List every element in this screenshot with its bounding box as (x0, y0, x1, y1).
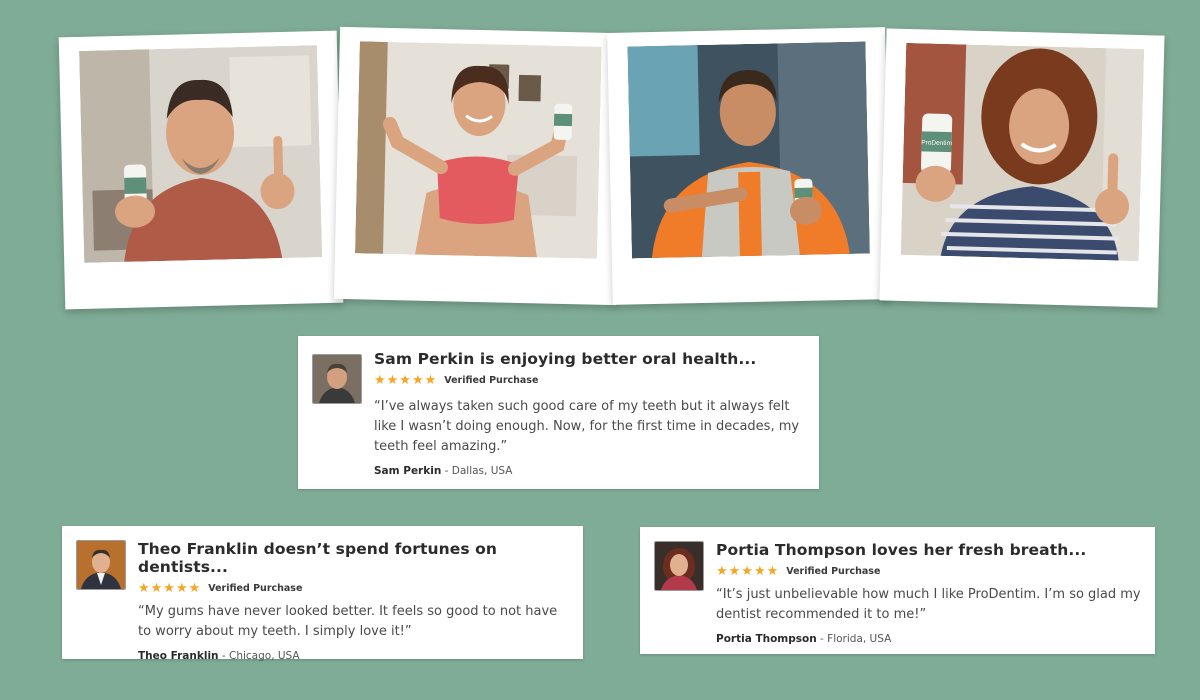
star-rating-icon: ★★★★★ (138, 581, 202, 596)
star-rating-icon: ★★★★★ (716, 564, 780, 579)
review-card-portia-thompson: Portia Thompson loves her fresh breath..… (640, 527, 1155, 654)
author-location: - Florida, USA (816, 633, 892, 645)
verified-purchase-badge: Verified Purchase (444, 375, 539, 386)
avatar (76, 540, 126, 590)
svg-text:ProDentim: ProDentim (921, 139, 952, 147)
polaroid-photo-3 (607, 27, 891, 305)
review-title: Theo Franklin doesn’t spend fortunes on … (138, 540, 498, 576)
testimonial-photo-man-sweater (79, 45, 323, 263)
avatar (654, 541, 704, 591)
author-name: Sam Perkin (374, 465, 442, 477)
verified-purchase-badge: Verified Purchase (786, 566, 881, 577)
rating-row: ★★★★★ Verified Purchase (374, 373, 805, 388)
avatar (312, 354, 362, 404)
review-card-sam-perkin: Sam Perkin is enjoying better oral healt… (298, 336, 819, 489)
review-author: Portia Thompson - Florida, USA (716, 633, 1141, 645)
polaroid-photo-2 (333, 26, 623, 306)
author-name: Portia Thompson (716, 633, 817, 645)
rating-row: ★★★★★ Verified Purchase (716, 564, 1141, 579)
testimonial-photo-woman-sports (354, 41, 602, 259)
rating-row: ★★★★★ Verified Purchase (138, 581, 569, 596)
review-title: Sam Perkin is enjoying better oral healt… (374, 350, 757, 368)
verified-purchase-badge: Verified Purchase (208, 583, 303, 594)
review-title: Portia Thompson loves her fresh breath..… (716, 541, 1087, 559)
author-location: - Chicago, USA (218, 650, 300, 662)
polaroid-photo-4: ProDentim (879, 28, 1165, 308)
star-rating-icon: ★★★★★ (374, 373, 438, 388)
review-author: Theo Franklin - Chicago, USA (138, 650, 569, 662)
testimonial-photo-woman-curly: ProDentim (900, 42, 1145, 262)
review-card-theo-franklin: Theo Franklin doesn’t spend fortunes on … (62, 526, 583, 662)
review-quote: “I’ve always taken such good care of my … (374, 399, 800, 454)
author-location: - Dallas, USA (441, 465, 513, 477)
review-quote: “It’s just unbelievable how much I like … (716, 587, 1141, 622)
review-quote: “My gums have never looked better. It fe… (138, 604, 558, 639)
polaroid-photo-1 (58, 30, 344, 310)
author-name: Theo Franklin (138, 650, 219, 662)
testimonial-photo-man-vest (627, 41, 870, 259)
review-author: Sam Perkin - Dallas, USA (374, 465, 805, 477)
